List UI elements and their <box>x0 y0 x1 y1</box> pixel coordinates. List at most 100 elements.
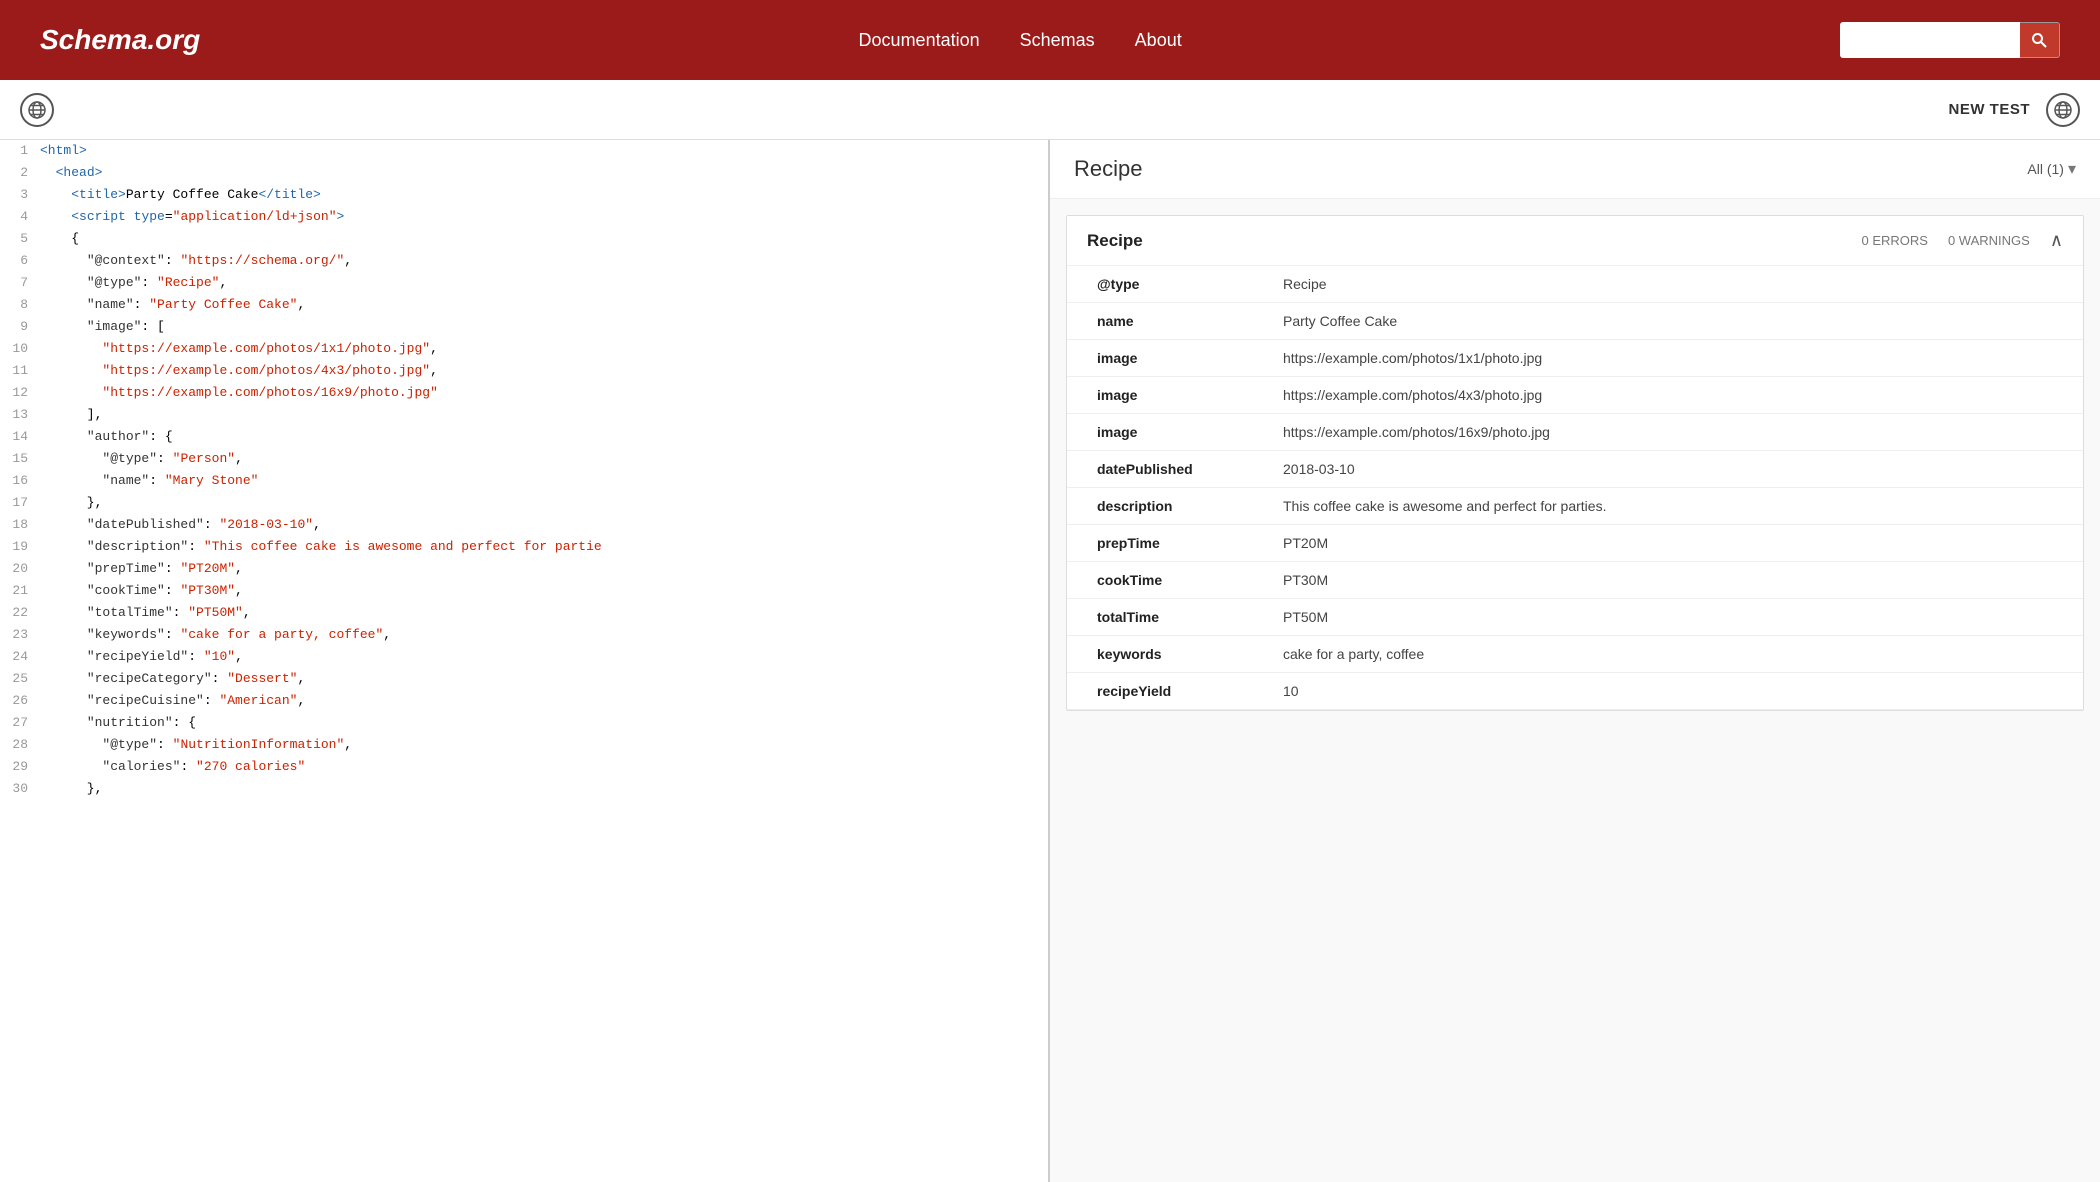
recipe-fields-table: @typeRecipenameParty Coffee Cakeimagehtt… <box>1067 266 2083 710</box>
line-content: <html> <box>40 140 1048 162</box>
search-input[interactable] <box>1840 22 2020 58</box>
table-row: nameParty Coffee Cake <box>1067 303 2083 340</box>
main-nav: Documentation Schemas About <box>859 30 1182 51</box>
field-key: datePublished <box>1067 451 1267 488</box>
line-number: 1 <box>0 140 40 162</box>
field-value: This coffee cake is awesome and perfect … <box>1267 488 2083 525</box>
recipe-card-header: Recipe 0 ERRORS 0 WARNINGS ∧ <box>1067 216 2083 266</box>
line-content: "https://example.com/photos/16x9/photo.j… <box>40 382 1048 404</box>
code-line: 23 "keywords": "cake for a party, coffee… <box>0 624 1048 646</box>
results-title: Recipe <box>1074 156 1142 182</box>
search-icon <box>2031 32 2047 48</box>
new-test-button[interactable]: NEW TEST <box>1949 101 2031 118</box>
field-value: https://example.com/photos/4x3/photo.jpg <box>1267 377 2083 414</box>
line-content: "recipeYield": "10", <box>40 646 1048 668</box>
code-line: 30 }, <box>0 778 1048 800</box>
field-value: Party Coffee Cake <box>1267 303 2083 340</box>
code-line: 19 "description": "This coffee cake is a… <box>0 536 1048 558</box>
line-content: "@type": "Person", <box>40 448 1048 470</box>
line-number: 18 <box>0 514 40 536</box>
field-key: cookTime <box>1067 562 1267 599</box>
line-content: "totalTime": "PT50M", <box>40 602 1048 624</box>
code-line: 8 "name": "Party Coffee Cake", <box>0 294 1048 316</box>
line-number: 27 <box>0 712 40 734</box>
code-line: 17 }, <box>0 492 1048 514</box>
line-number: 25 <box>0 668 40 690</box>
code-line: 12 "https://example.com/photos/16x9/phot… <box>0 382 1048 404</box>
code-line: 1<html> <box>0 140 1048 162</box>
collapse-button[interactable]: ∧ <box>2050 230 2063 251</box>
code-line: 9 "image": [ <box>0 316 1048 338</box>
field-value: Recipe <box>1267 266 2083 303</box>
line-number: 20 <box>0 558 40 580</box>
main-content: 1<html>2 <head>3 <title>Party Coffee Cak… <box>0 140 2100 1182</box>
errors-count: 0 ERRORS <box>1861 233 1927 248</box>
code-line: 3 <title>Party Coffee Cake</title> <box>0 184 1048 206</box>
globe-icon[interactable] <box>20 93 54 127</box>
line-content: "name": "Party Coffee Cake", <box>40 294 1048 316</box>
field-key: totalTime <box>1067 599 1267 636</box>
table-row: imagehttps://example.com/photos/16x9/pho… <box>1067 414 2083 451</box>
search-button[interactable] <box>2020 22 2060 58</box>
table-row: descriptionThis coffee cake is awesome a… <box>1067 488 2083 525</box>
line-content: "@context": "https://schema.org/", <box>40 250 1048 272</box>
line-content: "datePublished": "2018-03-10", <box>40 514 1048 536</box>
code-lines: 1<html>2 <head>3 <title>Party Coffee Cak… <box>0 140 1048 800</box>
field-value: https://example.com/photos/1x1/photo.jpg <box>1267 340 2083 377</box>
toolbar: NEW TEST <box>0 80 2100 140</box>
line-number: 15 <box>0 448 40 470</box>
code-line: 20 "prepTime": "PT20M", <box>0 558 1048 580</box>
results-filter[interactable]: All (1) ▾ <box>2027 159 2076 179</box>
site-logo[interactable]: Schema.org <box>40 24 200 56</box>
code-line: 15 "@type": "Person", <box>0 448 1048 470</box>
line-number: 10 <box>0 338 40 360</box>
line-number: 12 <box>0 382 40 404</box>
line-content: "keywords": "cake for a party, coffee", <box>40 624 1048 646</box>
warnings-count: 0 WARNINGS <box>1948 233 2030 248</box>
line-content: <head> <box>40 162 1048 184</box>
nav-about[interactable]: About <box>1135 30 1182 51</box>
filter-label: All (1) <box>2027 161 2064 177</box>
line-number: 4 <box>0 206 40 228</box>
language-icon[interactable] <box>2046 93 2080 127</box>
table-row: prepTimePT20M <box>1067 525 2083 562</box>
code-line: 6 "@context": "https://schema.org/", <box>0 250 1048 272</box>
code-editor-panel[interactable]: 1<html>2 <head>3 <title>Party Coffee Cak… <box>0 140 1050 1182</box>
line-number: 19 <box>0 536 40 558</box>
field-key: recipeYield <box>1067 673 1267 710</box>
code-line: 13 ], <box>0 404 1048 426</box>
code-line: 14 "author": { <box>0 426 1048 448</box>
field-key: @type <box>1067 266 1267 303</box>
line-number: 9 <box>0 316 40 338</box>
line-content: "name": "Mary Stone" <box>40 470 1048 492</box>
line-number: 7 <box>0 272 40 294</box>
code-line: 22 "totalTime": "PT50M", <box>0 602 1048 624</box>
line-number: 14 <box>0 426 40 448</box>
line-content: <title>Party Coffee Cake</title> <box>40 184 1048 206</box>
field-key: prepTime <box>1067 525 1267 562</box>
code-line: 18 "datePublished": "2018-03-10", <box>0 514 1048 536</box>
line-content: { <box>40 228 1048 250</box>
line-number: 28 <box>0 734 40 756</box>
code-line: 24 "recipeYield": "10", <box>0 646 1048 668</box>
nav-documentation[interactable]: Documentation <box>859 30 980 51</box>
line-number: 26 <box>0 690 40 712</box>
code-line: 4 <script type="application/ld+json"> <box>0 206 1048 228</box>
line-content: "https://example.com/photos/4x3/photo.jp… <box>40 360 1048 382</box>
line-content: "@type": "Recipe", <box>40 272 1048 294</box>
code-line: 11 "https://example.com/photos/4x3/photo… <box>0 360 1048 382</box>
code-line: 29 "calories": "270 calories" <box>0 756 1048 778</box>
search-area <box>1840 22 2060 58</box>
nav-schemas[interactable]: Schemas <box>1020 30 1095 51</box>
field-value: PT30M <box>1267 562 2083 599</box>
table-row: totalTimePT50M <box>1067 599 2083 636</box>
header: Schema.org Documentation Schemas About <box>0 0 2100 80</box>
line-content: ], <box>40 404 1048 426</box>
code-line: 27 "nutrition": { <box>0 712 1048 734</box>
code-line: 2 <head> <box>0 162 1048 184</box>
field-key: image <box>1067 340 1267 377</box>
line-content: }, <box>40 778 1048 800</box>
code-line: 26 "recipeCuisine": "American", <box>0 690 1048 712</box>
line-content: "nutrition": { <box>40 712 1048 734</box>
line-number: 6 <box>0 250 40 272</box>
